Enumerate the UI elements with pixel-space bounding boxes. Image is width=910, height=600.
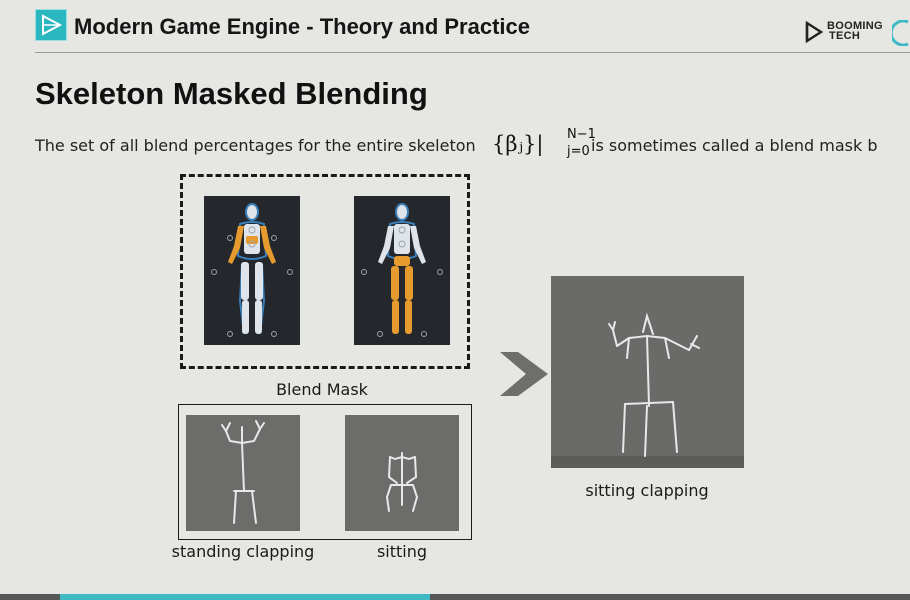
formula-subscript: j=0 bbox=[567, 144, 590, 159]
sitting-panel bbox=[345, 415, 459, 531]
slide-title: Skeleton Masked Blending bbox=[35, 76, 428, 111]
sitting-clapping-label: sitting clapping bbox=[585, 481, 709, 500]
formula-base: {βⱼ}| bbox=[492, 132, 544, 156]
description-text: The set of all blend percentages for the… bbox=[35, 136, 476, 155]
play-logo-icon bbox=[35, 9, 67, 41]
header-divider bbox=[35, 52, 910, 53]
sitting-clapping-panel bbox=[551, 276, 744, 468]
slide-header: Modern Game Engine - Theory and Practice… bbox=[0, 0, 910, 54]
blend-mask-formula: {βⱼ}| N−1 j=0 bbox=[492, 127, 596, 159]
progress-accent bbox=[60, 594, 430, 600]
description-tail: is sometimes called a blend mask b bbox=[591, 136, 878, 155]
sitting-label: sitting bbox=[376, 542, 428, 561]
chevron-right-icon bbox=[500, 352, 548, 396]
standing-clapping-label: standing clapping bbox=[171, 542, 315, 561]
course-title: Modern Game Engine - Theory and Practice bbox=[74, 14, 530, 39]
upper-body-mask-figure bbox=[204, 196, 300, 345]
brand-swirl-icon bbox=[892, 20, 909, 46]
bottom-progress-bar bbox=[0, 594, 910, 600]
lower-body-mask-figure bbox=[354, 196, 450, 345]
blend-mask-label: Blend Mask bbox=[276, 380, 368, 399]
standing-clapping-panel bbox=[186, 415, 300, 531]
brand-text: BOOMING TECH bbox=[827, 20, 883, 42]
booming-tech-logo: BOOMING TECH bbox=[803, 20, 910, 46]
brand-mark-icon bbox=[805, 21, 824, 43]
